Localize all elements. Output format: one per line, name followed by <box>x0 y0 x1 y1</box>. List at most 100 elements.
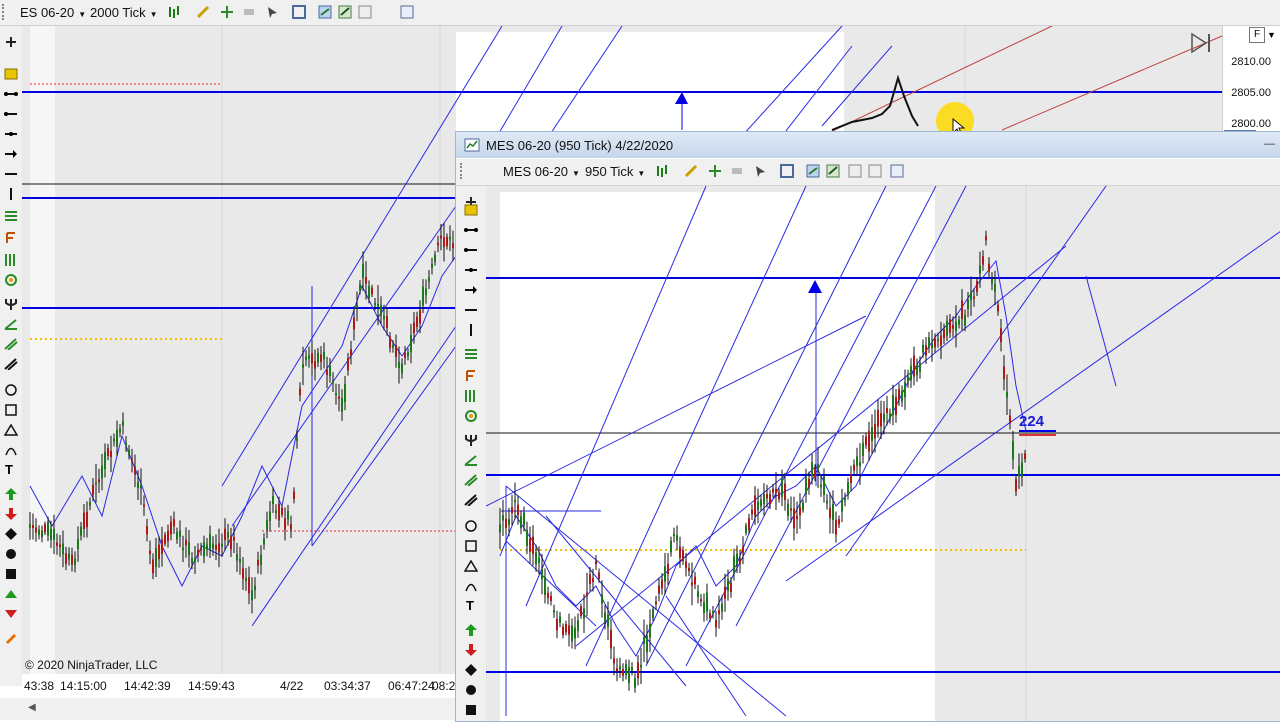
arrow-down-icon[interactable] <box>4 508 18 520</box>
vertical-line-icon[interactable] <box>464 324 478 336</box>
marker-icon[interactable] <box>464 204 478 216</box>
extended-line-icon[interactable] <box>4 128 18 140</box>
cursor-icon[interactable] <box>754 164 768 178</box>
strategies-icon[interactable] <box>358 5 372 19</box>
polygon-icon[interactable] <box>464 474 478 486</box>
region-highlight-icon[interactable] <box>4 632 18 644</box>
line-icon[interactable] <box>464 224 478 236</box>
interval-selector[interactable]: 950 Tick ▼ <box>585 164 645 179</box>
pencil-icon[interactable] <box>684 164 698 178</box>
arrow-line-icon[interactable] <box>4 148 18 160</box>
minimize-icon[interactable]: — <box>1264 138 1275 150</box>
square-icon[interactable] <box>464 704 478 716</box>
panel-f-button[interactable]: F <box>1249 27 1265 43</box>
diamond-icon[interactable] <box>464 664 478 676</box>
main-price-axis[interactable]: 2810.00 2805.00 2800.00 F ▼ L <box>1222 26 1280 148</box>
price-bar-body <box>299 388 301 396</box>
interval-selector[interactable]: 2000 Tick ▼ <box>90 5 158 20</box>
indicators-icon[interactable] <box>826 164 840 178</box>
zoom-icon[interactable] <box>780 164 794 178</box>
price-bar-body <box>955 321 957 332</box>
price-bar-body <box>56 542 58 546</box>
gann-icon[interactable] <box>464 370 478 382</box>
rectangle-icon[interactable] <box>464 540 478 552</box>
trend-channel-icon[interactable] <box>464 410 478 422</box>
crosshair-icon[interactable] <box>708 164 722 178</box>
indicators-icon[interactable] <box>338 5 352 19</box>
horizontal-line-icon[interactable] <box>464 304 478 316</box>
main-time-axis[interactable]: 43:38 14:15:00 14:42:39 14:59:43 4/22 03… <box>24 674 455 698</box>
pitchfork-icon[interactable] <box>464 434 478 446</box>
pointer-icon[interactable] <box>4 36 18 48</box>
extended-lines-icon[interactable] <box>464 494 478 506</box>
window-title-bar[interactable]: MES 06-20 (950 Tick) 4/22/2020 — <box>456 132 1280 158</box>
ray-icon[interactable] <box>464 244 478 256</box>
region-icon[interactable] <box>464 454 478 466</box>
triangle-icon[interactable] <box>4 424 18 436</box>
ray-icon[interactable] <box>4 108 18 120</box>
arc-icon[interactable] <box>464 580 478 592</box>
square-icon[interactable] <box>4 568 18 580</box>
templates-icon[interactable] <box>400 5 414 19</box>
polygon-icon[interactable] <box>4 338 18 350</box>
regression-icon[interactable] <box>4 254 18 266</box>
ellipse-icon[interactable] <box>4 384 18 396</box>
toolbar-grip[interactable] <box>460 163 466 179</box>
arrow-up-icon[interactable] <box>464 624 478 636</box>
triangle-down-icon[interactable] <box>4 608 18 620</box>
horizontal-line-icon[interactable] <box>4 168 18 180</box>
region-icon[interactable] <box>4 318 18 330</box>
extended-line-icon[interactable] <box>464 264 478 276</box>
bar-type-icon[interactable] <box>656 164 670 178</box>
dot-icon[interactable] <box>464 684 478 696</box>
skip-to-end-icon[interactable] <box>1190 32 1214 54</box>
mes-chart-window[interactable]: MES 06-20 (950 Tick) 4/22/2020 — MES 06-… <box>455 131 1280 722</box>
vertical-line-icon[interactable] <box>4 188 18 200</box>
price-bar-body <box>895 396 897 415</box>
price-bar-body <box>305 356 307 360</box>
toolbar-grip[interactable] <box>2 4 8 20</box>
diamond-icon[interactable] <box>4 528 18 540</box>
regression-icon[interactable] <box>464 390 478 402</box>
pitchfork-icon[interactable] <box>4 298 18 310</box>
arrow-up-icon[interactable] <box>4 488 18 500</box>
crosshair-icon[interactable] <box>220 5 234 19</box>
triangle-up-icon[interactable] <box>4 588 18 600</box>
line-icon[interactable] <box>4 88 18 100</box>
strategies-icon[interactable] <box>848 164 862 178</box>
bar-type-icon[interactable] <box>168 5 182 19</box>
chevron-left-icon[interactable]: ◀ <box>28 702 36 713</box>
mes-chart-canvas[interactable]: 224 <box>486 186 1280 721</box>
trend-channel-icon[interactable] <box>4 274 18 286</box>
cursor-icon[interactable] <box>266 5 280 19</box>
price-bar-body <box>1000 328 1002 343</box>
marker-icon[interactable] <box>4 68 18 80</box>
eraser-icon[interactable] <box>242 5 256 19</box>
horizontal-scrollbar[interactable]: ◀ <box>0 698 455 720</box>
ellipse-icon[interactable] <box>464 520 478 532</box>
chart-properties-icon[interactable] <box>806 164 820 178</box>
instrument-selector[interactable]: ES 06-20 ▼ <box>20 5 86 20</box>
arc-icon[interactable] <box>4 444 18 456</box>
text-icon[interactable]: T <box>5 462 13 477</box>
templates-icon[interactable] <box>890 164 904 178</box>
chevron-down-icon[interactable]: ▼ <box>1267 30 1276 40</box>
extended-lines-icon[interactable] <box>4 358 18 370</box>
fib-icon[interactable] <box>464 348 478 360</box>
analyzer-icon[interactable] <box>868 164 882 178</box>
chart-properties-icon[interactable] <box>318 5 332 19</box>
arrow-down-icon[interactable] <box>464 644 478 656</box>
price-bar-body <box>143 504 145 507</box>
rectangle-icon[interactable] <box>4 404 18 416</box>
instrument-selector[interactable]: MES 06-20 ▼ <box>503 164 580 179</box>
text-icon[interactable]: T <box>466 598 474 613</box>
gann-icon[interactable] <box>4 232 18 244</box>
eraser-icon[interactable] <box>730 164 744 178</box>
triangle-icon[interactable] <box>464 560 478 572</box>
fib-icon[interactable] <box>4 210 18 222</box>
pencil-icon[interactable] <box>196 5 210 19</box>
arrow-line-icon[interactable] <box>464 284 478 296</box>
zoom-icon[interactable] <box>292 5 306 19</box>
dot-icon[interactable] <box>4 548 18 560</box>
annotation-label[interactable]: 224 <box>1019 413 1045 430</box>
